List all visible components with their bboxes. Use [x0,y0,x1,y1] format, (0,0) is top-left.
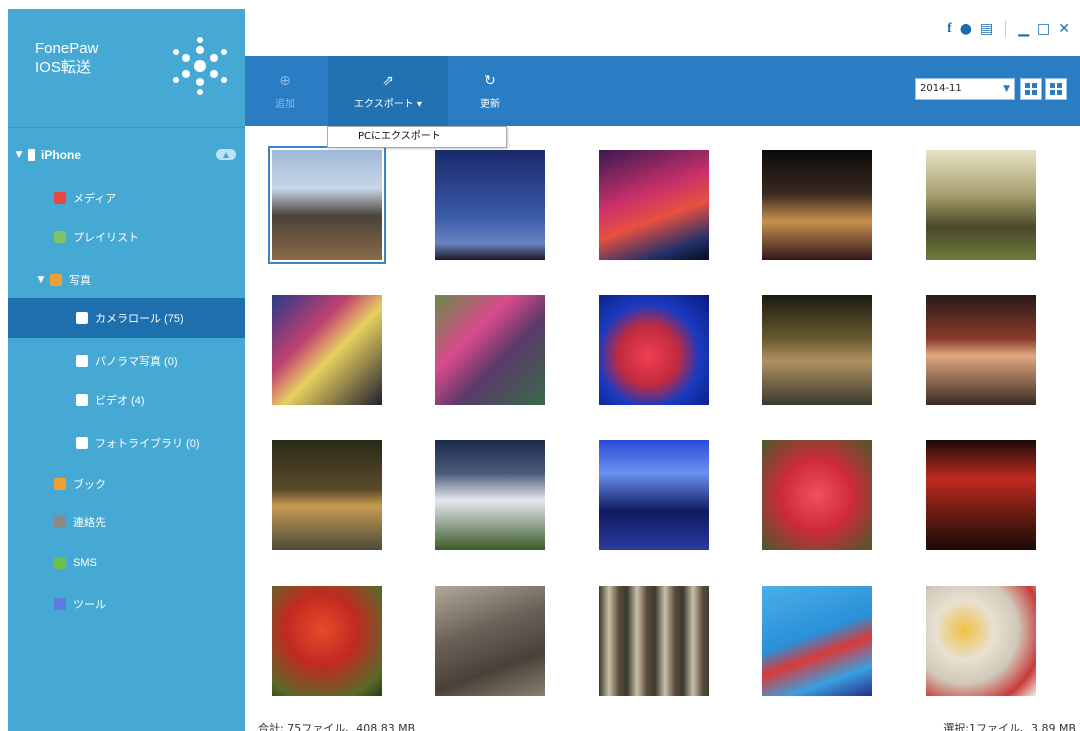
playlist-icon [54,231,66,243]
photo-thumbnail[interactable] [926,295,1036,405]
export-icon: ⇗ [382,72,394,89]
date-filter-value: 2014-11 [920,83,962,94]
photo-thumbnail[interactable] [435,150,545,260]
sidebar-item-label: パノラマ写真 (0) [95,356,178,368]
photo-thumbnail[interactable] [435,295,545,405]
photo-thumbnail[interactable] [435,586,545,696]
export-button[interactable]: ⇗ エクスポート ▾ [328,56,448,126]
app-window: FonePaw IOS転送 ▼ iPhone ▲ メディア プレイリスト ▼ 写… [0,0,1080,731]
app-title-line2: IOS転送 [35,59,91,76]
large-thumbnail-view-button[interactable] [1020,78,1042,100]
sidebar-item-camera-roll[interactable]: カメラロール (75) [8,298,245,338]
app-title: FonePaw IOS転送 [35,39,98,77]
refresh-button[interactable]: ↻ 更新 [450,56,530,126]
photo-thumbnail[interactable] [762,586,872,696]
photo-thumbnail[interactable] [926,440,1036,550]
export-button-label: エクスポート ▾ [354,98,422,110]
sidebar-item-iphone[interactable]: ▼ iPhone ▲ [8,140,245,170]
sidebar-item-sms[interactable]: SMS [8,548,245,578]
sidebar-item-label: ビデオ (4) [95,395,145,407]
sidebar-item-label: 連絡先 [73,517,106,529]
snowflake-logo-icon [173,37,227,95]
sidebar-item-panorama[interactable]: パノラマ写真 (0) [8,346,245,376]
chevron-down-icon: ▼ [1003,84,1010,94]
plus-icon: ⊕ [279,72,291,89]
sidebar-item-label: プレイリスト [73,232,139,244]
photo-thumbnail[interactable] [926,150,1036,260]
window-controls: f ● ▤ ▁ □ ✕ [947,21,1070,37]
photo-thumbnail[interactable] [762,440,872,550]
photos-icon [50,274,62,286]
photo-thumbnail[interactable] [435,440,545,550]
sidebar: FonePaw IOS転送 ▼ iPhone ▲ メディア プレイリスト ▼ 写… [8,9,245,731]
grid-small-icon [1050,83,1062,95]
register-icon[interactable]: ▤ [980,21,993,37]
sidebar-item-photos[interactable]: ▼ 写真 [8,265,245,295]
photo-thumbnail[interactable] [599,150,709,260]
feedback-icon[interactable]: ● [960,21,972,37]
music-icon [54,192,66,204]
sms-icon [54,557,66,569]
sidebar-item-label: iPhone [41,148,82,162]
sidebar-item-photo-library[interactable]: フォトライブラリ (0) [8,428,245,458]
app-title-line1: FonePaw [35,40,99,57]
contacts-icon [54,516,66,528]
photo-thumbnail[interactable] [926,586,1036,696]
title-bar: f ● ▤ ▁ □ ✕ [245,9,1080,56]
photo-library-icon [76,437,88,449]
photo-thumbnail[interactable] [762,295,872,405]
close-icon[interactable]: ✕ [1058,21,1070,37]
refresh-icon: ↻ [484,72,496,89]
sidebar-item-label: カメラロール (75) [95,313,184,325]
add-button-label: 追加 [275,98,295,110]
sidebar-item-label: メディア [73,193,117,205]
photo-thumbnail[interactable] [268,146,386,264]
maximize-icon[interactable]: □ [1037,21,1050,37]
camera-icon [76,355,88,367]
photo-thumbnail[interactable] [599,295,709,405]
sidebar-item-video[interactable]: ビデオ (4) [8,385,245,415]
refresh-button-label: 更新 [480,98,500,110]
sidebar-item-label: ブック [73,479,106,491]
tools-icon [54,598,66,610]
add-button[interactable]: ⊕ 追加 [255,56,315,126]
divider [1005,21,1007,37]
toolbar: ⊕ 追加 ⇗ エクスポート ▾ ↻ 更新 2014-11 ▼ [245,56,1080,126]
photo-grid [245,126,1080,720]
photo-thumbnail[interactable] [272,586,382,696]
photo-thumbnail[interactable] [599,586,709,696]
caret-down-icon[interactable]: ▼ [14,150,24,160]
sidebar-item-contacts[interactable]: 連絡先 [8,507,245,537]
date-filter-select[interactable]: 2014-11 ▼ [915,78,1015,100]
brand: FonePaw IOS転送 [8,9,245,127]
eject-icon[interactable]: ▲ [216,149,236,160]
sidebar-item-books[interactable]: ブック [8,469,245,499]
sidebar-item-label: フォトライブラリ (0) [95,438,200,450]
minimize-icon[interactable]: ▁ [1018,21,1029,37]
grid-large-icon [1025,83,1037,95]
book-icon [54,478,66,490]
caret-down-icon[interactable]: ▼ [36,275,46,285]
sidebar-item-media[interactable]: メディア [8,183,245,213]
photo-thumbnail[interactable] [599,440,709,550]
sidebar-item-tools[interactable]: ツール [8,589,245,619]
status-selected: 選択:1ファイル、3.89 MB [943,722,1076,731]
facebook-icon[interactable]: f [947,21,952,37]
sidebar-item-playlist[interactable]: プレイリスト [8,222,245,252]
status-total: 合計: 75ファイル、408.83 MB [258,722,416,731]
photo-thumbnail[interactable] [762,150,872,260]
sidebar-item-label: 写真 [69,275,91,287]
phone-icon [28,149,35,161]
photo-thumbnail[interactable] [272,440,382,550]
status-bar: 合計: 75ファイル、408.83 MB 選択:1ファイル、3.89 MB [245,720,1080,731]
sidebar-item-label: ツール [73,599,106,611]
small-thumbnail-view-button[interactable] [1045,78,1067,100]
sidebar-item-label: SMS [73,557,97,569]
photo-thumbnail[interactable] [272,295,382,405]
sidebar-divider [8,127,245,128]
camera-icon [76,394,88,406]
camera-icon [76,312,88,324]
export-to-pc-menu-item[interactable]: PCにエクスポート [327,126,507,148]
